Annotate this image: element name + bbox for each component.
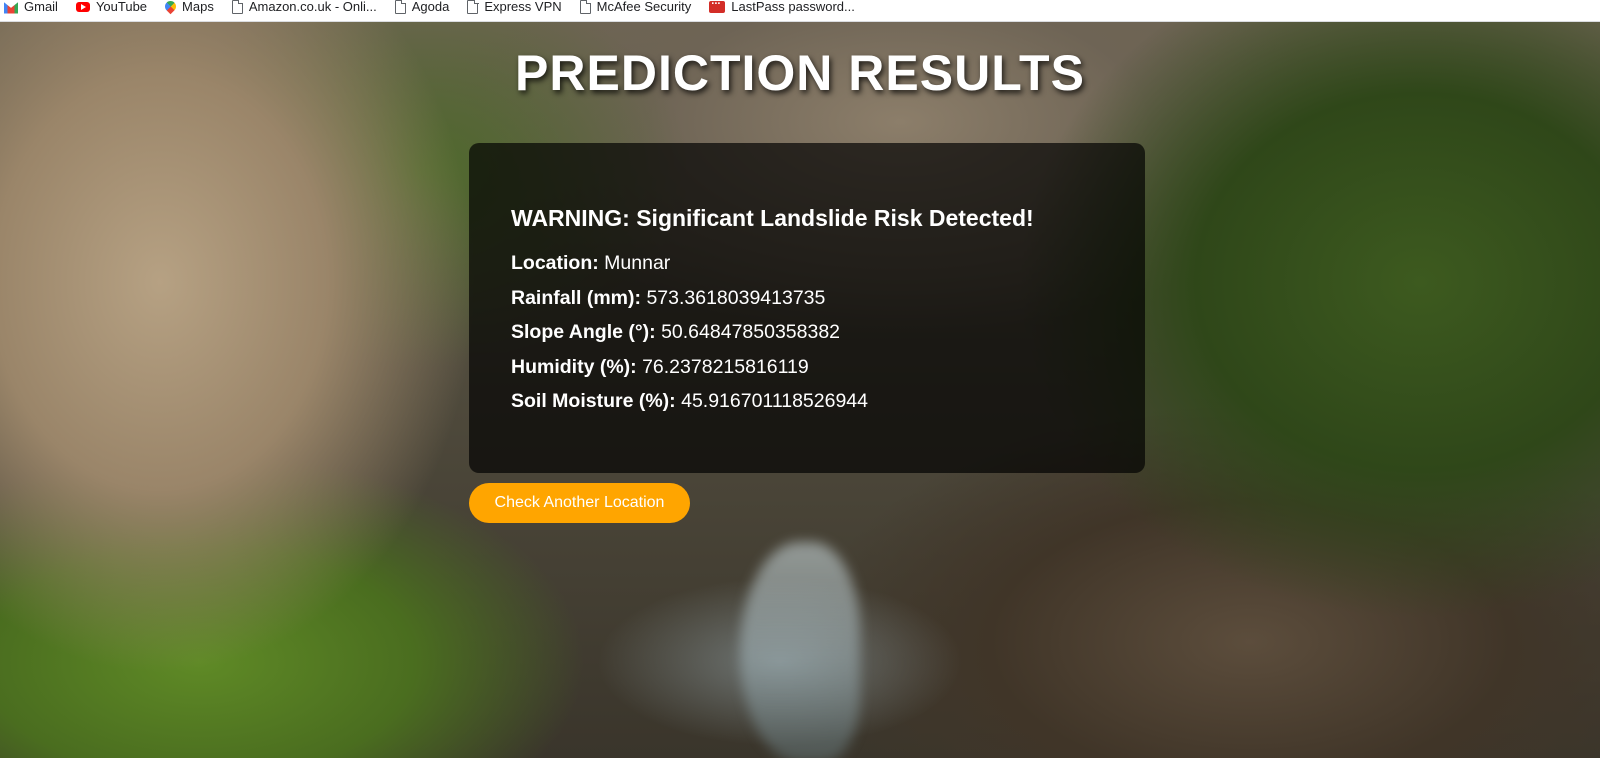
bookmark-label: Agoda bbox=[411, 0, 450, 14]
bookmark-label: Express VPN bbox=[484, 0, 562, 14]
bookmark-label: Gmail bbox=[24, 0, 58, 14]
risk-warning: WARNING: Significant Landslide Risk Dete… bbox=[511, 205, 1034, 231]
bookmark-amazon[interactable]: Amazon.co.uk - Onli... bbox=[231, 0, 377, 18]
bookmark-label: Maps bbox=[182, 0, 214, 14]
page-icon bbox=[579, 0, 592, 14]
maps-icon bbox=[162, 0, 179, 15]
location-field: Location: Munnar bbox=[511, 246, 1103, 281]
bookmark-maps[interactable]: Maps bbox=[162, 0, 214, 18]
page-icon bbox=[467, 0, 479, 14]
gmail-icon bbox=[4, 2, 18, 14]
youtube-icon bbox=[75, 1, 90, 12]
lastpass-icon bbox=[709, 0, 726, 13]
field-value: 573.3618039413735 bbox=[646, 286, 826, 309]
bookmark-agoda[interactable]: Agoda bbox=[394, 0, 450, 18]
prediction-result-card: WARNING: Significant Landslide Risk Dete… bbox=[469, 143, 1145, 473]
field-value: 76.2378215816119 bbox=[642, 355, 809, 378]
bookmark-lastpass[interactable]: LastPass password... bbox=[709, 0, 855, 18]
bookmark-label: Amazon.co.uk - Onli... bbox=[248, 0, 377, 14]
field-label: Soil Moisture (%): bbox=[511, 390, 676, 412]
soil-moisture-field: Soil Moisture (%): 45.916701118526944 bbox=[511, 384, 1103, 419]
field-value: 45.916701118526944 bbox=[681, 390, 868, 412]
bookmark-label: LastPass password... bbox=[731, 0, 855, 14]
bookmark-express-vpn[interactable]: Express VPN bbox=[467, 0, 562, 18]
page-title: PREDICTION RESULTS bbox=[515, 45, 1085, 101]
rainfall-field: Rainfall (mm): 573.3618039413735 bbox=[511, 281, 1103, 316]
bookmark-label: YouTube bbox=[95, 0, 148, 14]
bookmarks-bar: Gmail YouTube Maps Amazon.co.uk - Onli..… bbox=[0, 0, 1600, 22]
field-label: Slope Angle (°): bbox=[511, 321, 656, 343]
humidity-field: Humidity (%): 76.2378215816119 bbox=[511, 350, 1103, 385]
page-icon bbox=[231, 0, 244, 14]
river-detail bbox=[740, 542, 860, 758]
bookmark-youtube[interactable]: YouTube bbox=[75, 0, 148, 18]
slope-angle-field: Slope Angle (°): 50.64847850358382 bbox=[511, 315, 1103, 350]
field-label: Location: bbox=[511, 252, 599, 274]
field-value: Munnar bbox=[604, 252, 671, 274]
check-another-location-button[interactable]: Check Another Location bbox=[469, 483, 690, 523]
field-value: 50.64847850358382 bbox=[661, 321, 841, 343]
page-icon bbox=[394, 0, 407, 14]
bookmark-mcafee[interactable]: McAfee Security bbox=[579, 0, 692, 18]
field-label: Humidity (%): bbox=[511, 355, 637, 378]
bookmark-label: McAfee Security bbox=[596, 0, 692, 14]
bookmark-gmail[interactable]: Gmail bbox=[4, 0, 58, 18]
field-label: Rainfall (mm): bbox=[511, 286, 642, 309]
